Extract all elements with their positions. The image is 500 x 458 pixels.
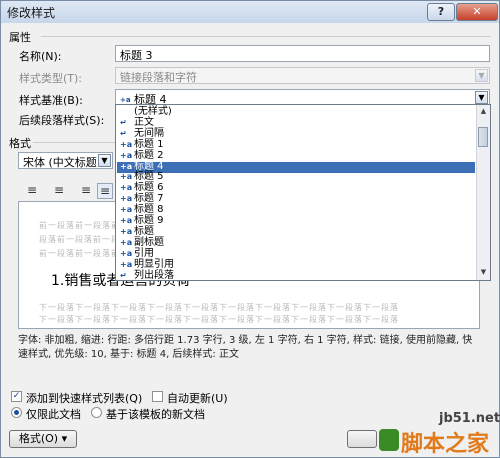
add-quick-style-label[interactable]: 添加到快速样式列表(Q) <box>26 390 142 406</box>
linked-style-icon: +a <box>120 216 133 225</box>
paragraph-icon: ↵ <box>120 270 127 280</box>
linked-style-icon: +a <box>120 237 133 247</box>
linked-style-icon: +a <box>120 194 133 204</box>
list-item-label: 列出段落 <box>134 269 174 281</box>
list-item[interactable]: +a 标题 <box>120 225 154 237</box>
name-label: 名称(N): <box>19 50 62 63</box>
auto-update-checkbox[interactable] <box>152 391 163 402</box>
linked-style-icon: +a <box>120 150 133 160</box>
only-this-doc-label[interactable]: 仅限此文档 <box>26 406 81 422</box>
list-item-label: 标题 2 <box>134 149 164 161</box>
chevron-down-icon[interactable]: ▼ <box>475 91 488 104</box>
window-title: 修改样式 <box>7 6 56 20</box>
preview-next-line: 下一段落下一段落下一段落下一段落下一段落下一段落下一段落下一段落下一段落下一段落 <box>39 303 399 312</box>
scroll-down-icon[interactable]: ▼ <box>478 267 489 278</box>
linked-style-icon: +a <box>120 259 133 269</box>
auto-update-label[interactable]: 自动更新(U) <box>167 390 228 406</box>
paragraph-icon: ↵ <box>120 117 127 127</box>
list-item[interactable]: +a 标题 8 <box>120 205 164 215</box>
list-item[interactable]: +a 标题 1 <box>120 138 164 150</box>
font-select[interactable]: 宋体 (中文标题 ▼ <box>18 152 113 169</box>
list-item[interactable]: +a 标题 4 <box>120 160 164 172</box>
scrollbar-thumb[interactable] <box>478 127 488 147</box>
style-description: 字体: 非加粗, 缩进: 行距: 多倍行距 1.73 字行, 3 级, 左 1 … <box>18 335 473 360</box>
list-item-label: 标题 <box>134 225 154 237</box>
linked-style-icon: +a <box>120 172 133 182</box>
list-item[interactable]: +a 标题 9 <box>120 216 164 226</box>
align-center-icon[interactable]: ≡ <box>48 183 70 197</box>
list-item[interactable]: +a 标题 2 <box>120 149 164 161</box>
watermark-logo-icon <box>379 429 399 451</box>
list-item[interactable]: +a 副标题 <box>120 236 164 248</box>
align-left-icon[interactable]: ≡ <box>21 183 43 197</box>
only-this-doc-radio[interactable] <box>11 407 22 418</box>
add-quick-style-checkbox[interactable]: ✓ <box>11 391 22 402</box>
linked-style-icon: +a <box>120 139 133 149</box>
list-item-label: 标题 4 <box>134 160 164 172</box>
chevron-down-icon[interactable]: ▼ <box>98 154 111 167</box>
based-on-label: 样式基准(B): <box>19 94 83 107</box>
list-item[interactable]: +a 引用 <box>120 247 154 259</box>
style-type-select: 链接段落和字符 ▼ <box>115 67 490 84</box>
list-item-label: 引用 <box>134 247 154 259</box>
list-item[interactable]: +a 标题 5 <box>120 172 164 182</box>
format-divider <box>33 142 115 143</box>
list-item-label: (无样式) <box>134 106 172 117</box>
linked-style-icon: +a <box>120 226 133 236</box>
list-item-label: 标题 1 <box>134 138 164 150</box>
title-bar: 修改样式 ? ✕ <box>1 1 499 23</box>
format-section-label: 格式 <box>9 137 31 150</box>
name-input[interactable]: 标题 3 <box>115 45 490 62</box>
watermark-brand: 脚本之家 <box>401 432 490 457</box>
chevron-down-icon: ▼ <box>475 69 488 82</box>
list-item-label: 标题 9 <box>134 215 164 226</box>
linked-style-icon: +a <box>120 161 133 171</box>
list-item[interactable]: ↵ 无间隔 <box>120 127 164 139</box>
list-item-label: 无间隔 <box>134 127 164 139</box>
format-menu-button[interactable]: 格式(O) ▾ <box>9 430 77 448</box>
list-item-label: 标题 5 <box>134 171 164 183</box>
align-right-icon[interactable]: ≡ <box>75 183 97 197</box>
list-item-label: 副标题 <box>134 236 164 248</box>
font-value: 宋体 (中文标题 <box>23 156 97 169</box>
list-item[interactable]: ↵ 列出段落 <box>120 269 174 281</box>
chevron-down-icon: ▾ <box>61 432 68 445</box>
style-type-value: 链接段落和字符 <box>120 71 197 84</box>
format-button-label: 格式(O) <box>18 432 59 445</box>
paragraph-icon: ↵ <box>120 128 127 138</box>
align-justify-icon[interactable]: ≡ <box>97 183 113 199</box>
list-item[interactable]: +a 标题 6 <box>120 183 164 193</box>
linked-style-icon: +a <box>120 205 133 215</box>
modify-style-dialog: 修改样式 ? ✕ 属性 名称(N): 标题 3 样式类型(T): 链接段落和字符… <box>0 0 500 458</box>
scroll-up-icon[interactable]: ▲ <box>478 106 489 117</box>
close-button[interactable]: ✕ <box>456 3 498 21</box>
ok-button[interactable] <box>347 430 377 448</box>
preview-next-line: 下一段落下一段落下一段落下一段落下一段落下一段落下一段落下一段落下一段落下一段落 <box>39 315 399 324</box>
list-selection-highlight <box>117 161 475 173</box>
linked-style-icon: +a <box>120 183 133 193</box>
style-type-label: 样式类型(T): <box>19 72 83 85</box>
based-on-dropdown-list[interactable]: ▲ ▼ (无样式) ↵ 正文 ↵ 无间隔 +a 标题 1 +a 标题 2 +a 标题 4 +a 标题 5… <box>115 104 491 281</box>
list-item[interactable]: ↵ 正文 <box>120 116 154 128</box>
template-doc-radio[interactable] <box>91 407 102 418</box>
list-item[interactable]: +a 标题 7 <box>120 194 164 204</box>
list-item-label: 标题 8 <box>134 204 164 216</box>
list-item[interactable]: (无样式) <box>134 107 172 117</box>
following-style-label: 后续段落样式(S): <box>19 114 105 127</box>
list-item-label: 正文 <box>134 116 154 128</box>
list-item[interactable]: +a 明显引用 <box>120 258 174 270</box>
list-item-label: 标题 6 <box>134 182 164 194</box>
help-button[interactable]: ? <box>427 3 455 21</box>
list-item-label: 标题 7 <box>134 193 164 205</box>
linked-style-icon: +a <box>120 248 133 258</box>
watermark-site: jb51.net <box>439 411 500 426</box>
list-item-label: 明显引用 <box>134 258 174 270</box>
list-scrollbar[interactable]: ▲ ▼ <box>476 105 490 280</box>
properties-section-label: 属性 <box>9 31 31 44</box>
template-doc-label[interactable]: 基于该模板的新文档 <box>106 406 205 422</box>
properties-divider <box>41 36 491 37</box>
